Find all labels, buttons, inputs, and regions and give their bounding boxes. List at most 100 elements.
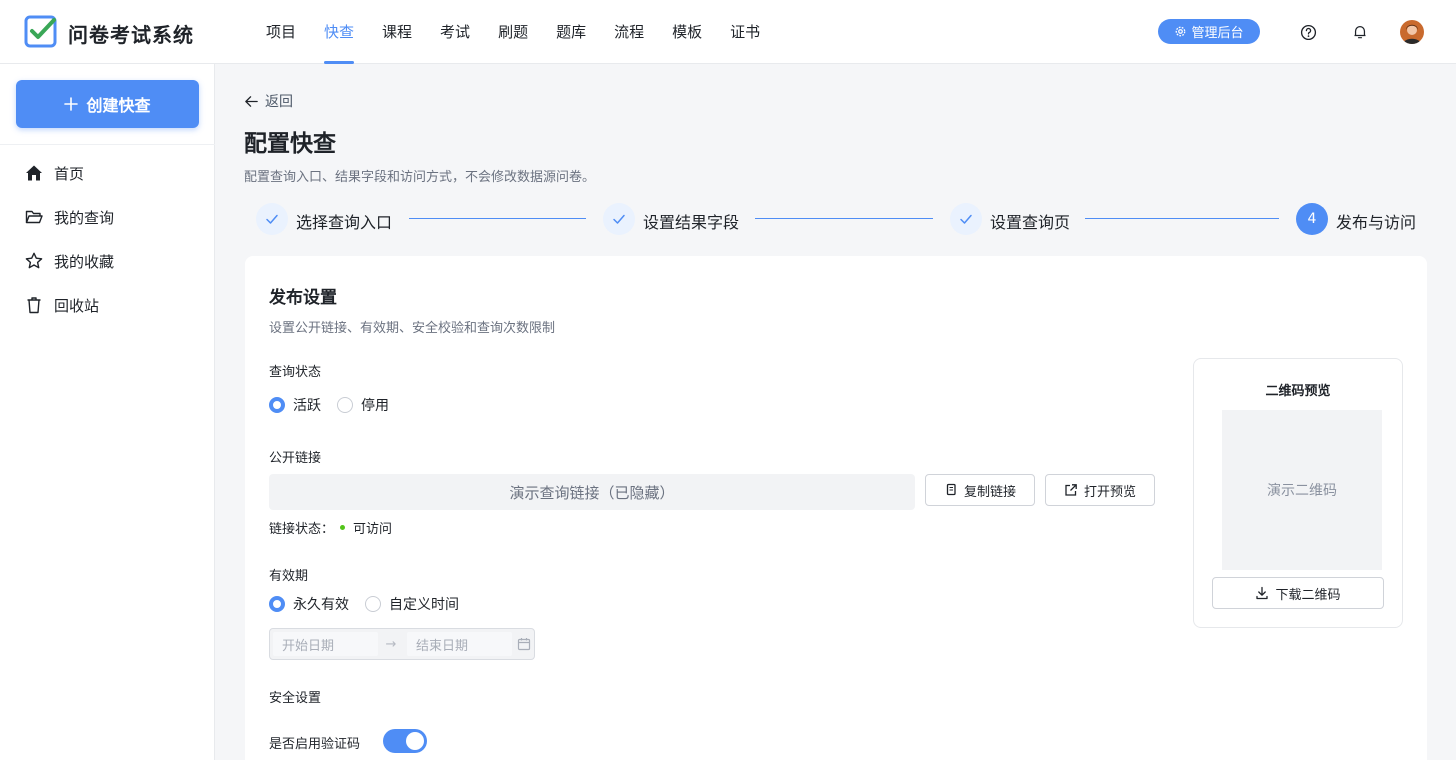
star-icon <box>25 252 43 269</box>
arrow-right-icon: → <box>385 636 397 652</box>
qr-preview-title: 二维码预览 <box>1265 384 1331 399</box>
app-title: 问卷考试系统 <box>68 23 194 47</box>
checkbox-logo-icon <box>24 15 57 48</box>
radio-label: 活跃 <box>293 398 321 414</box>
trash-icon <box>27 297 41 314</box>
help-button[interactable] <box>1296 20 1320 44</box>
external-link-icon <box>1065 484 1077 496</box>
nav-item-template[interactable]: 模板 <box>672 0 702 64</box>
notification-button[interactable] <box>1348 20 1372 44</box>
download-icon <box>1256 586 1269 600</box>
step-connector <box>409 218 586 219</box>
page-subtitle: 配置查询入口、结果字段和访问方式，不会修改数据源问卷。 <box>244 170 596 185</box>
nav-item-quick-query[interactable]: 快查 <box>324 0 355 64</box>
step-1-label: 选择查询入口 <box>296 213 393 232</box>
radio-unselected-icon <box>365 596 381 612</box>
step-2-check-icon <box>603 203 635 235</box>
link-status-value: 可访问 <box>353 522 393 537</box>
start-date-input[interactable]: 开始日期 <box>273 632 378 656</box>
sidebar-item-label: 回收站 <box>54 296 100 315</box>
qr-preview-panel: 二维码预览 演示二维码 下载二维码 <box>1193 358 1403 628</box>
step-4-number: 4 <box>1296 203 1328 235</box>
status-dot-icon <box>340 525 346 530</box>
nav-item-workflow[interactable]: 流程 <box>614 0 644 64</box>
copy-link-button[interactable]: 复制链接 <box>925 474 1035 506</box>
captcha-toggle[interactable] <box>383 729 427 753</box>
copy-icon <box>946 483 956 496</box>
calendar-icon <box>517 638 531 651</box>
end-date-input[interactable]: 结束日期 <box>407 632 512 656</box>
nav-item-exam[interactable]: 考试 <box>440 0 470 64</box>
sidebar-item-label: 首页 <box>54 164 85 183</box>
back-label: 返回 <box>265 94 293 110</box>
nav-item-certificate[interactable]: 证书 <box>730 0 760 64</box>
public-link-field[interactable]: 演示查询链接（已隐藏） <box>269 474 915 510</box>
admin-console-button[interactable]: 管理后台 <box>1158 19 1260 44</box>
download-qr-button[interactable]: 下载二维码 <box>1212 577 1384 609</box>
step-indicator: 选择查询入口 设置结果字段 设置查询页 4 发布与访问 <box>256 203 1426 235</box>
date-range-picker[interactable]: 开始日期 → 结束日期 <box>269 628 535 660</box>
top-bar: 问卷考试系统 项目 快查 课程 考试 刷题 题库 流程 模板 证书 管理后台 <box>0 0 1456 64</box>
create-quick-query-label: 创建快查 <box>86 96 151 115</box>
status-radio-disabled[interactable]: 停用 <box>337 395 389 415</box>
sidebar-item-my-queries[interactable]: 我的查询 <box>24 205 114 229</box>
publish-settings-subtitle: 设置公开链接、有效期、安全校验和查询次数限制 <box>269 321 556 336</box>
gear-icon <box>1176 26 1186 37</box>
help-icon <box>1300 24 1316 40</box>
folder-open-icon <box>25 210 43 224</box>
sidebar-item-label: 我的收藏 <box>54 252 115 271</box>
captcha-label: 是否启用验证码 <box>269 737 361 752</box>
validity-label: 有效期 <box>269 569 309 584</box>
bell-icon <box>1354 26 1366 39</box>
status-radio-active[interactable]: 活跃 <box>269 395 321 415</box>
qr-code-placeholder: 演示二维码 <box>1222 410 1382 570</box>
back-link[interactable]: 返回 <box>244 91 293 111</box>
publish-settings-title: 发布设置 <box>269 288 337 308</box>
step-connector <box>755 218 933 219</box>
open-preview-button[interactable]: 打开预览 <box>1045 474 1155 506</box>
radio-label: 永久有效 <box>293 597 349 613</box>
sidebar-divider <box>0 144 215 145</box>
step-3-label: 设置查询页 <box>990 213 1071 232</box>
security-settings-label: 安全设置 <box>269 691 322 706</box>
publish-settings-card: 发布设置 设置公开链接、有效期、安全校验和查询次数限制 查询状态 活跃 停用 公… <box>245 256 1427 760</box>
nav-item-practice[interactable]: 刷题 <box>498 0 528 64</box>
validity-radio-permanent[interactable]: 永久有效 <box>269 594 349 614</box>
plus-icon <box>64 97 79 111</box>
validity-radio-custom[interactable]: 自定义时间 <box>365 594 459 614</box>
avatar-image <box>1400 20 1424 44</box>
nav-item-project[interactable]: 项目 <box>266 0 296 64</box>
toggle-knob <box>406 732 424 750</box>
nav-item-course[interactable]: 课程 <box>382 0 412 64</box>
home-icon <box>26 165 42 181</box>
radio-selected-icon <box>269 596 285 612</box>
step-2-label: 设置结果字段 <box>643 213 740 232</box>
sidebar-item-home[interactable]: 首页 <box>24 161 84 185</box>
step-connector <box>1085 218 1279 219</box>
radio-unselected-icon <box>337 397 353 413</box>
link-status-label: 链接状态： <box>269 522 335 537</box>
admin-console-label: 管理后台 <box>1191 26 1244 41</box>
user-avatar[interactable] <box>1400 20 1424 44</box>
main-nav: 项目 快查 课程 考试 刷题 题库 流程 模板 证书 <box>266 0 788 64</box>
sidebar: 创建快查 首页 我的查询 我的收藏 回收站 <box>0 64 215 760</box>
step-1-check-icon <box>256 203 288 235</box>
create-quick-query-button[interactable]: 创建快查 <box>16 80 199 128</box>
radio-label: 自定义时间 <box>389 597 459 613</box>
public-link-label: 公开链接 <box>269 451 322 466</box>
sidebar-item-recycle-bin[interactable]: 回收站 <box>24 293 99 317</box>
page-title: 配置快查 <box>244 131 336 157</box>
download-qr-label: 下载二维码 <box>1275 587 1341 603</box>
arrow-left-icon <box>245 95 258 107</box>
copy-link-label: 复制链接 <box>963 484 1016 500</box>
sidebar-item-favorites[interactable]: 我的收藏 <box>24 249 114 273</box>
sidebar-item-label: 我的查询 <box>54 208 115 227</box>
radio-selected-icon <box>269 397 285 413</box>
step-4-label: 发布与访问 <box>1336 213 1417 232</box>
nav-item-question-bank[interactable]: 题库 <box>556 0 586 64</box>
step-3-check-icon <box>950 203 982 235</box>
open-preview-label: 打开预览 <box>1083 484 1136 500</box>
query-status-label: 查询状态 <box>269 365 322 380</box>
link-status: 链接状态： 可访问 <box>269 518 392 537</box>
radio-label: 停用 <box>361 398 389 414</box>
